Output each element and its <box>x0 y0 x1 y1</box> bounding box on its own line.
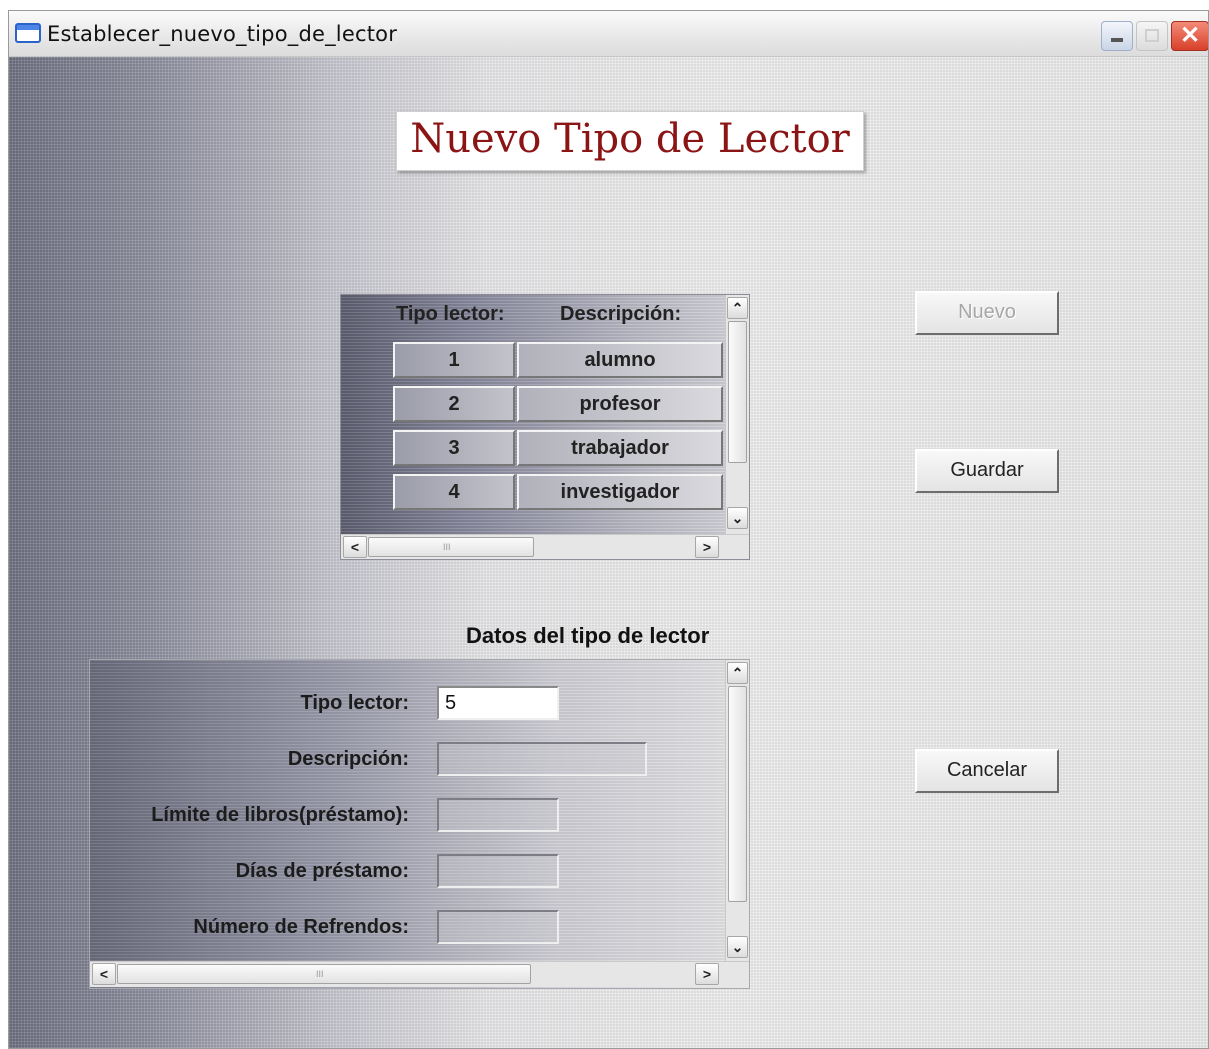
field-label-refrendos: Número de Refrendos: <box>193 916 409 938</box>
window-icon[interactable] <box>15 23 41 43</box>
table-row[interactable]: 1 alumno <box>393 342 723 378</box>
cell-descripcion[interactable]: investigador <box>517 474 723 510</box>
cell-descripcion[interactable]: trabajador <box>517 430 723 466</box>
field-label-limite: Límite de libros(préstamo): <box>151 804 409 826</box>
tipo-lector-input[interactable] <box>437 686 559 720</box>
reader-type-form: Tipo lector: Descripción: Límite de libr… <box>89 659 750 989</box>
scroll-down-button[interactable]: ⌄ <box>727 936 748 958</box>
cell-tipo[interactable]: 4 <box>393 474 515 510</box>
table-row[interactable]: 3 trabajador <box>393 430 723 466</box>
grip-icon: III <box>443 542 451 552</box>
grip-icon: III <box>316 969 324 979</box>
scroll-left-button[interactable]: < <box>343 536 367 558</box>
scroll-down-button[interactable]: ⌄ <box>727 507 748 529</box>
limite-libros-input[interactable] <box>437 798 559 832</box>
field-label-dias: Días de préstamo: <box>235 860 409 882</box>
heading-box: Nuevo Tipo de Lector <box>396 111 864 171</box>
column-header-tipo: Tipo lector: <box>396 303 505 325</box>
cell-tipo[interactable]: 1 <box>393 342 515 378</box>
section-title: Datos del tipo de lector <box>466 623 710 648</box>
scroll-thumb[interactable] <box>728 686 747 902</box>
cancelar-button[interactable]: Cancelar <box>915 749 1059 793</box>
field-label-tipo: Tipo lector: <box>300 692 409 714</box>
refrendos-input[interactable] <box>437 910 559 944</box>
page-title: Nuevo Tipo de Lector <box>410 116 850 162</box>
scroll-up-button[interactable]: ⌃ <box>727 662 748 684</box>
reader-types-grid[interactable]: Tipo lector: Descripción: 1 alumno 2 pro… <box>340 294 750 560</box>
scroll-up-button[interactable]: ⌃ <box>727 297 748 319</box>
dias-prestamo-input[interactable] <box>437 854 559 888</box>
scroll-right-button[interactable]: > <box>695 963 719 985</box>
minimize-button[interactable] <box>1101 21 1133 51</box>
descripcion-input[interactable] <box>437 742 647 776</box>
cell-tipo[interactable]: 2 <box>393 386 515 422</box>
grid-horizontal-scrollbar[interactable]: < III > <box>341 534 749 559</box>
maximize-button[interactable] <box>1136 21 1168 51</box>
guardar-button[interactable]: Guardar <box>915 449 1059 493</box>
cell-descripcion[interactable]: alumno <box>517 342 723 378</box>
field-label-descripcion: Descripción: <box>287 748 409 770</box>
grid-vertical-scrollbar[interactable]: ⌃ ⌄ <box>725 295 749 535</box>
close-button[interactable]: ✕ <box>1171 21 1208 51</box>
form-client-area: Nuevo Tipo de Lector Tipo lector: Descri… <box>9 57 1208 1048</box>
window-title: Establecer_nuevo_tipo_de_lector <box>47 22 398 46</box>
scroll-thumb[interactable]: III <box>117 964 531 984</box>
form-horizontal-scrollbar[interactable]: < III > <box>90 961 749 987</box>
table-row[interactable]: 4 investigador <box>393 474 723 510</box>
table-row[interactable]: 2 profesor <box>393 386 723 422</box>
scroll-right-button[interactable]: > <box>695 536 719 558</box>
cell-descripcion[interactable]: profesor <box>517 386 723 422</box>
scroll-thumb[interactable]: III <box>368 537 534 557</box>
app-window: Establecer_nuevo_tipo_de_lector ✕ Nuevo … <box>8 10 1209 1049</box>
form-vertical-scrollbar[interactable]: ⌃ ⌄ <box>725 660 749 962</box>
column-header-descripcion: Descripción: <box>560 303 682 325</box>
scroll-thumb[interactable] <box>728 321 747 463</box>
scroll-left-button[interactable]: < <box>92 963 116 985</box>
nuevo-button[interactable]: Nuevo <box>915 291 1059 335</box>
cell-tipo[interactable]: 3 <box>393 430 515 466</box>
title-bar[interactable]: Establecer_nuevo_tipo_de_lector ✕ <box>9 11 1208 57</box>
